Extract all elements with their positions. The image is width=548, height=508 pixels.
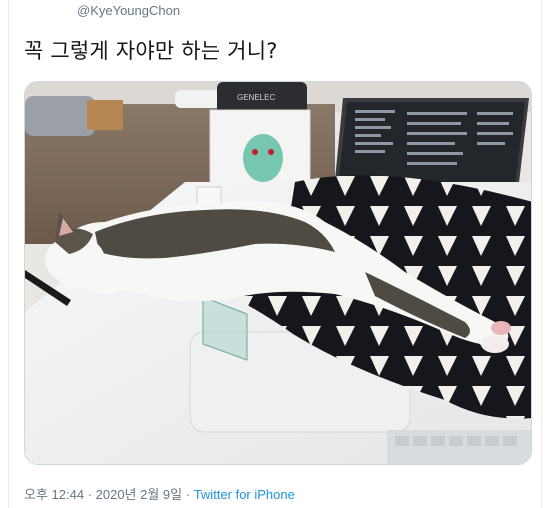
user-handle[interactable]: @KyeYoungChon [77,3,180,18]
tweet-time[interactable]: 오후 12:44 [24,487,84,502]
tweet-source-link[interactable]: Twitter for iPhone [194,487,295,502]
tweet-card: @KyeYoungChon 꼭 그렇게 자야만 하는 거니? GENELEC 오… [0,0,548,508]
tweet-text: 꼭 그렇게 자야만 하는 거니? [24,39,278,63]
wooden-box [87,100,123,130]
keyboard [387,430,531,464]
cat-photo-illustration: GENELEC [25,82,531,464]
cat-paw [87,270,123,294]
cushion-background [25,96,95,136]
tweet-date[interactable]: 2020년 2월 9일 [96,487,182,502]
cat-back-paw [481,335,509,353]
tweet-metadata: 오후 12:44 · 2020년 2월 9일 · Twitter for iPh… [24,484,295,503]
toy-figure [243,134,283,182]
meta-separator: · [84,487,96,502]
right-divider [541,0,542,508]
meta-separator: · [182,487,194,502]
speaker-brand: GENELEC [237,93,275,102]
tweet-photo[interactable]: GENELEC [24,81,532,465]
left-divider [8,0,9,508]
